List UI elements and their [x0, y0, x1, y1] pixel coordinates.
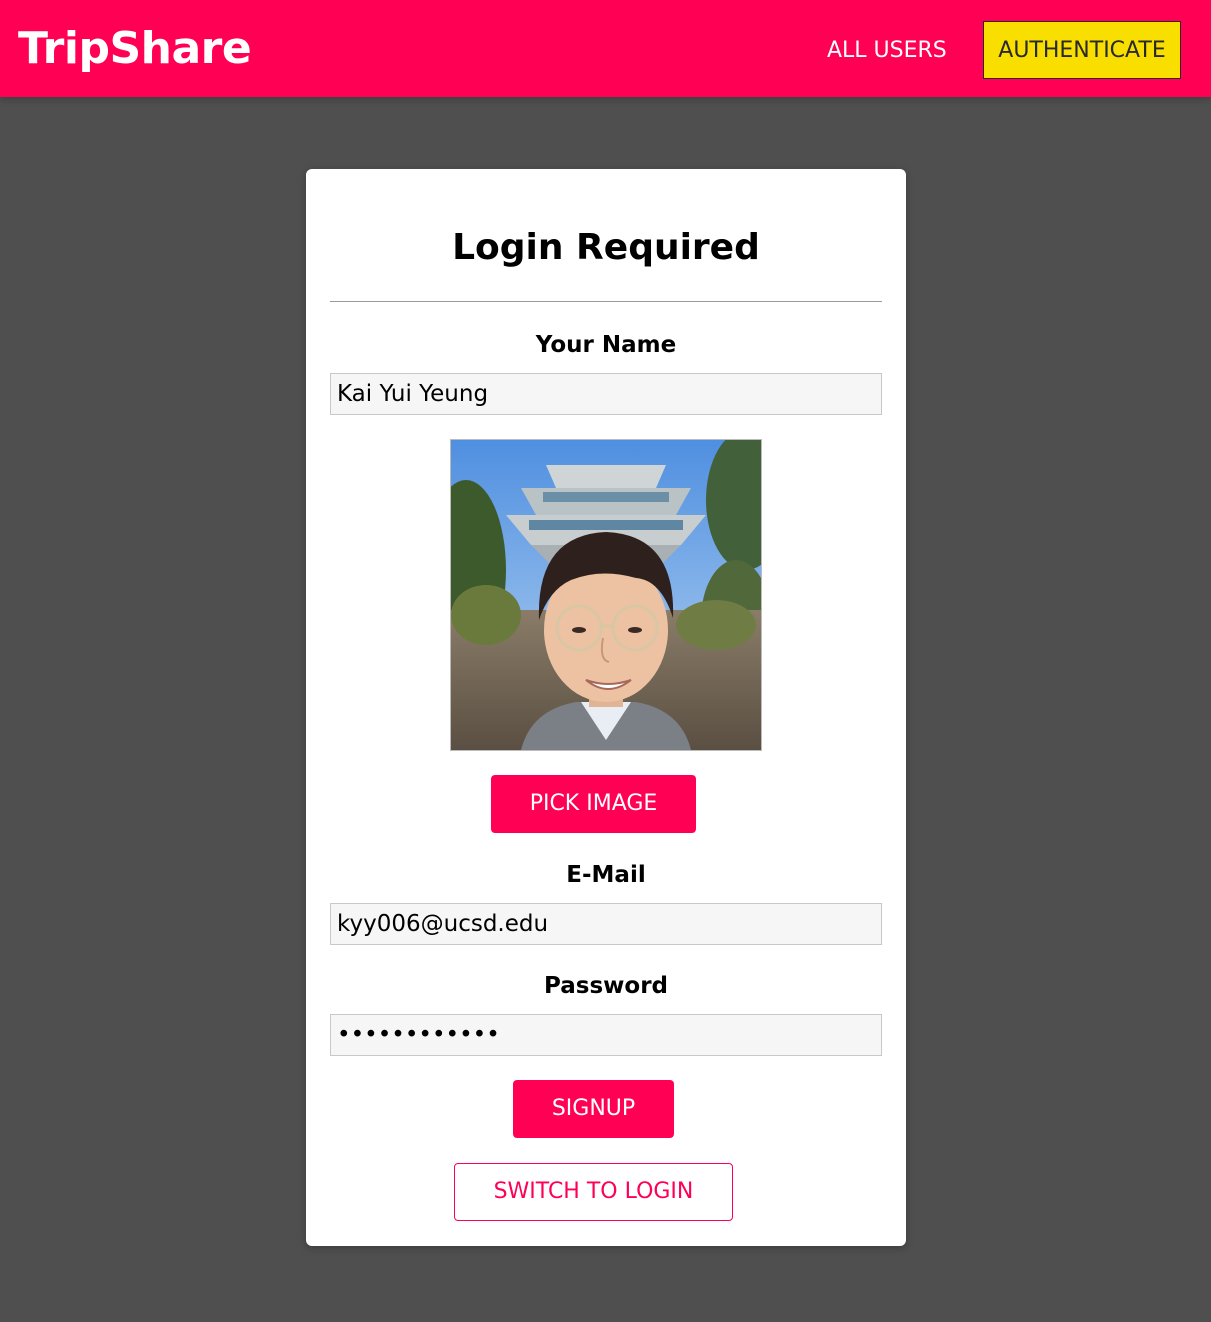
profile-photo-image: [451, 440, 761, 750]
auth-card: Login Required Your Name Kai Yui Yeung P…: [306, 169, 906, 1246]
card-title: Login Required: [452, 227, 760, 268]
name-label: Your Name: [535, 332, 677, 358]
brand-logo[interactable]: TripShare: [18, 20, 252, 78]
switch-to-login-button[interactable]: SWITCH TO LOGIN: [454, 1163, 733, 1221]
password-label: Password: [544, 973, 668, 999]
password-input[interactable]: [330, 1014, 882, 1056]
email-input[interactable]: [330, 903, 882, 945]
title-divider: [330, 301, 882, 302]
name-input[interactable]: [330, 373, 882, 415]
pick-image-button[interactable]: PICK IMAGE: [491, 775, 696, 833]
main-header: TripShare ALL USERS AUTHENTICATE: [0, 0, 1211, 97]
nav-all-users-link[interactable]: ALL USERS: [827, 22, 947, 80]
email-label: E-Mail: [566, 862, 646, 888]
signup-button[interactable]: SIGNUP: [513, 1080, 674, 1138]
profile-image-preview: [450, 439, 762, 751]
nav-authenticate-link[interactable]: AUTHENTICATE: [983, 21, 1181, 79]
